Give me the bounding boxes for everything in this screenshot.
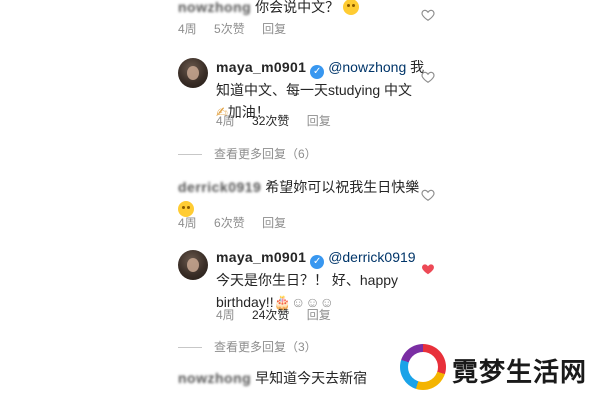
mention-link[interactable]: @derrick0919	[328, 249, 415, 265]
comment-text: 早知道今天去新宿	[255, 370, 368, 386]
divider-line	[178, 347, 202, 349]
verified-badge-icon: ✓	[310, 255, 325, 269]
reply-text-line2: 知道中文、每一天studying 中文	[216, 82, 413, 98]
heart-icon[interactable]	[421, 70, 435, 84]
comment-likes[interactable]: 6次赞	[214, 216, 245, 230]
heart-icon[interactable]	[421, 8, 435, 22]
reply-text-line2: 今天是你生日？！ 好、happy	[216, 272, 399, 288]
reply-time: 4周	[216, 114, 235, 128]
liked-heart-icon[interactable]	[421, 262, 435, 276]
comment-time: 4周	[178, 216, 197, 230]
avatar[interactable]	[178, 250, 208, 280]
comment-username[interactable]: nowzhong	[178, 368, 251, 388]
reply-button[interactable]: 回复	[262, 216, 286, 230]
reply-button[interactable]: 回复	[262, 22, 286, 36]
view-more-replies[interactable]: 查看更多回复（6）	[178, 145, 317, 162]
comment-text: 希望妳可以祝我生日快樂	[265, 179, 420, 195]
reply-username[interactable]: maya_m0901	[216, 249, 306, 265]
comment-username[interactable]: nowzhong	[178, 0, 251, 17]
reply-username[interactable]: maya_m0901	[216, 59, 306, 75]
reply-likes[interactable]: 32次赞	[252, 114, 289, 128]
comment-text: 你会说中文？	[255, 0, 340, 15]
divider-line	[178, 154, 202, 156]
verified-badge-icon: ✓	[310, 65, 325, 79]
comment-username[interactable]: derrick0919	[178, 176, 261, 198]
comment-time: 4周	[178, 22, 197, 36]
comment-likes[interactable]: 5次赞	[214, 22, 245, 36]
watermark-text: 霓梦生活网	[452, 358, 588, 388]
view-more-replies[interactable]: 查看更多回复（3）	[178, 338, 317, 355]
avatar[interactable]	[178, 58, 208, 88]
reply-button[interactable]: 回复	[307, 114, 331, 128]
reply-likes[interactable]: 24次赞	[252, 308, 289, 322]
reply-button[interactable]: 回复	[307, 308, 331, 322]
view-more-replies-label: 查看更多回复（3）	[214, 340, 317, 354]
reply-time: 4周	[216, 308, 235, 322]
mention-link[interactable]: @nowzhong	[328, 59, 406, 75]
view-more-replies-label: 查看更多回复（6）	[214, 147, 317, 161]
site-watermark: 霓梦生活网	[396, 344, 596, 394]
smile-emoji-icon	[342, 0, 359, 15]
heart-icon[interactable]	[421, 188, 435, 202]
logo-icon	[400, 344, 446, 390]
